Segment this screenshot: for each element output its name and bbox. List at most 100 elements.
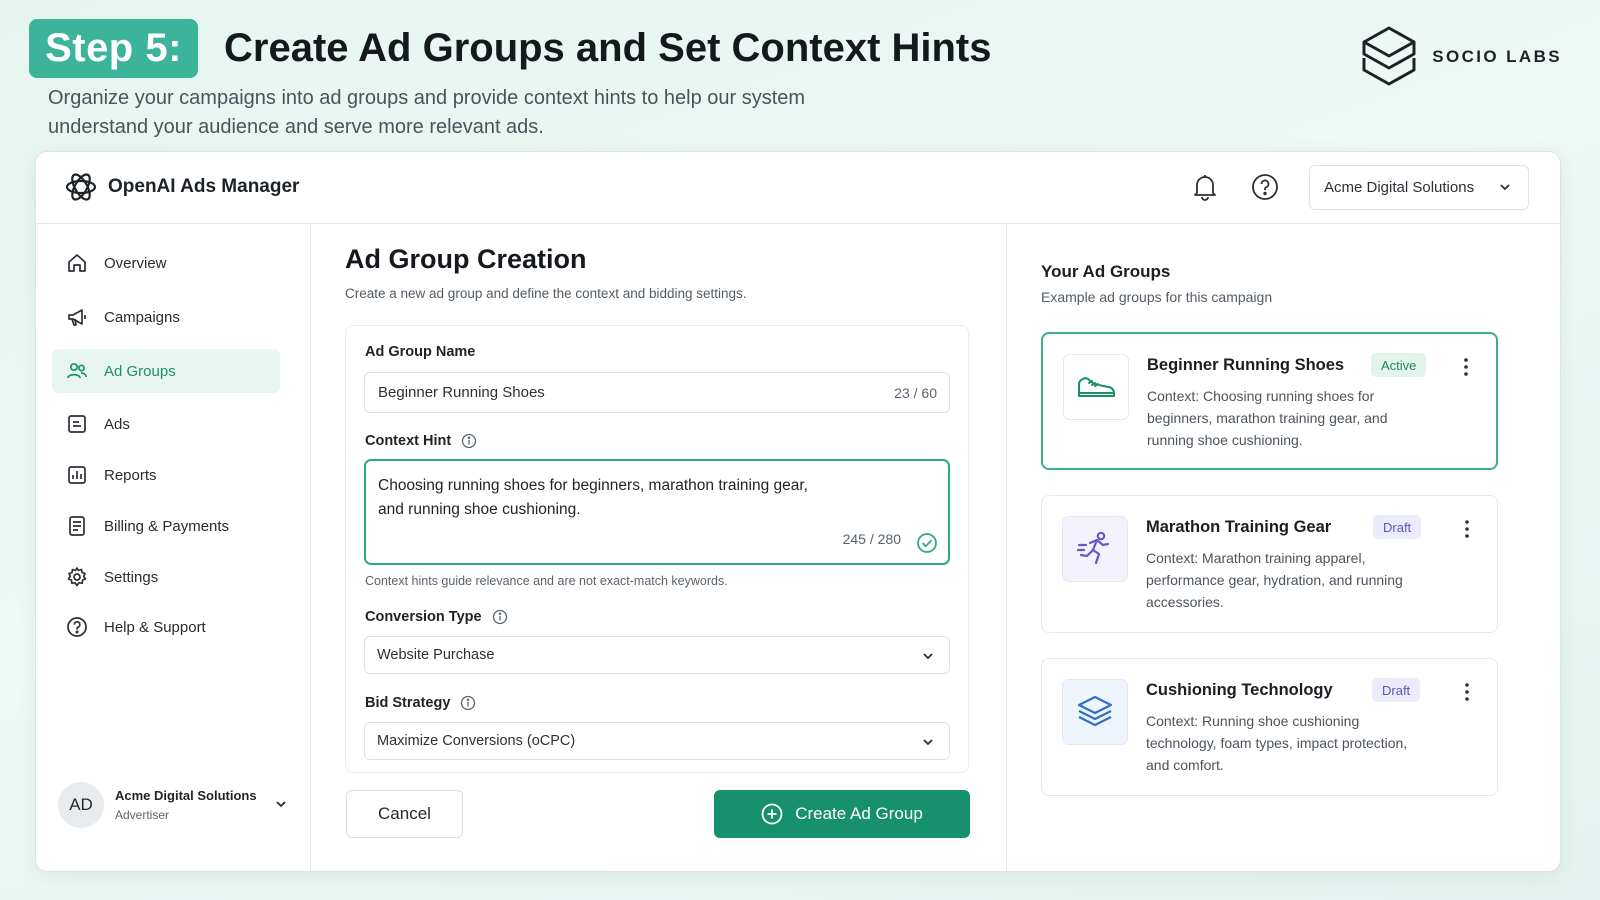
ad-group-card[interactable]: Marathon Training Gear Draft Context: Ma… <box>1041 495 1498 633</box>
chevron-down-icon <box>923 739 933 746</box>
context-hint-label: Context Hint <box>365 433 477 449</box>
gear-icon <box>67 567 87 587</box>
top-bar: OpenAI Ads Manager Acme Digital Solution… <box>36 152 1560 224</box>
context-hint-textarea[interactable]: Choosing running shoes for beginners, ma… <box>364 459 950 565</box>
users-icon <box>67 362 87 379</box>
sidebar-item-campaigns[interactable]: Campaigns <box>52 295 280 339</box>
status-badge: Draft <box>1372 678 1421 702</box>
more-options-button[interactable] <box>1458 356 1474 378</box>
runner-icon <box>1076 531 1110 565</box>
brand: SOCIO LABS <box>1360 24 1562 90</box>
home-icon <box>68 254 86 272</box>
status-badge: Active <box>1371 353 1427 377</box>
sidebar-item-label: Overview <box>104 254 167 272</box>
ad-group-form-section: Ad Group Creation Create a new ad group … <box>312 224 1007 871</box>
context-hint-counter: 245 / 280 <box>842 531 901 547</box>
chevron-down-icon <box>1500 184 1510 191</box>
ad-group-name-input[interactable]: Beginner Running Shoes 23 / 60 <box>364 372 950 413</box>
question-circle-icon <box>1252 174 1278 200</box>
info-icon[interactable] <box>460 695 476 711</box>
app-title: OpenAI Ads Manager <box>108 176 300 197</box>
kebab-menu-icon <box>1464 358 1468 376</box>
sidebar-item-label: Ad Groups <box>104 362 176 380</box>
sidebar-item-label: Help & Support <box>104 618 206 636</box>
sidebar-item-reports[interactable]: Reports <box>52 453 280 497</box>
cancel-button[interactable]: Cancel <box>346 790 463 838</box>
group-context: Context: Running shoe cushioning technol… <box>1146 713 1408 773</box>
status-badge: Draft <box>1373 515 1422 539</box>
sidebar-item-help[interactable]: Help & Support <box>52 605 280 649</box>
ad-group-card[interactable]: Cushioning Technology Draft Context: Run… <box>1041 658 1498 796</box>
chevron-down-icon <box>276 801 286 808</box>
conversion-type-value: Website Purchase <box>377 647 495 663</box>
more-options-button[interactable] <box>1459 518 1475 540</box>
group-name: Cushioning Technology <box>1146 681 1333 699</box>
kebab-menu-icon <box>1465 683 1469 701</box>
check-circle-icon <box>917 533 937 553</box>
context-hint-helper: Context hints guide relevance and are no… <box>365 574 728 588</box>
brand-name: SOCIO LABS <box>1432 47 1562 66</box>
sidebar-item-settings[interactable]: Settings <box>52 555 280 599</box>
profile-menu[interactable]: AD Acme Digital Solutions Advertiser <box>58 781 288 829</box>
more-options-button[interactable] <box>1459 681 1475 703</box>
page-subtitle: Create a new ad group and define the con… <box>345 286 747 301</box>
sidebar-item-label: Settings <box>104 568 159 586</box>
ad-group-card[interactable]: Beginner Running Shoes Active Context: C… <box>1041 332 1498 470</box>
sidebar-item-label: Reports <box>104 466 157 484</box>
sidebar-item-billing[interactable]: Billing & Payments <box>52 504 280 548</box>
ad-group-name-counter: 23 / 60 <box>894 384 937 401</box>
avatar: AD <box>58 782 104 828</box>
sneaker-icon <box>1078 377 1115 397</box>
info-icon[interactable] <box>461 433 477 449</box>
megaphone-icon <box>68 309 86 326</box>
account-name: Acme Digital Solutions <box>1324 179 1475 196</box>
question-circle-icon <box>67 617 87 637</box>
banner-title: Create Ad Groups and Set Context Hints <box>224 26 992 70</box>
sidebar-item-ads[interactable]: Ads <box>52 402 280 446</box>
app-window: OpenAI Ads Manager Acme Digital Solution… <box>35 151 1561 872</box>
banner-description: Organize your campaigns into ad groups a… <box>48 87 806 138</box>
sidebar-item-overview[interactable]: Overview <box>52 241 280 285</box>
layers-icon <box>1077 695 1113 727</box>
group-icon <box>1063 354 1129 420</box>
sidebar-item-label: Campaigns <box>104 308 180 326</box>
notifications-button[interactable] <box>1190 172 1220 202</box>
create-ad-group-label: Create Ad Group <box>795 804 923 823</box>
openai-logo-icon <box>65 173 97 201</box>
group-icon <box>1062 679 1128 745</box>
account-dropdown[interactable]: Acme Digital Solutions <box>1309 165 1529 210</box>
chevron-down-icon <box>923 653 933 660</box>
ad-document-icon <box>68 415 86 433</box>
bid-strategy-value: Maximize Conversions (oCPC) <box>377 733 576 749</box>
panel-subtitle: Example ad groups for this campaign <box>1041 289 1273 305</box>
bar-chart-icon <box>68 466 86 484</box>
receipt-icon <box>69 516 85 536</box>
group-context: Context: Marathon training apparel, perf… <box>1146 550 1403 610</box>
create-ad-group-button[interactable]: Create Ad Group <box>714 790 970 838</box>
help-button[interactable] <box>1250 172 1280 202</box>
page-title: Ad Group Creation <box>345 244 587 274</box>
conversion-type-label: Conversion Type <box>365 609 508 625</box>
sidebar: Overview Campaigns Ad Groups Ads Reports… <box>36 224 311 871</box>
group-icon <box>1062 516 1128 582</box>
group-context: Context: Choosing running shoes for begi… <box>1147 388 1388 448</box>
ad-group-name-value: Beginner Running Shoes <box>378 384 545 401</box>
ad-group-name-label: Ad Group Name <box>365 344 476 360</box>
plus-circle-icon <box>761 803 783 825</box>
form-card: Ad Group Name Beginner Running Shoes 23 … <box>345 325 969 773</box>
group-name: Marathon Training Gear <box>1146 518 1332 536</box>
context-hint-value: Choosing running shoes for beginners, ma… <box>378 477 808 518</box>
kebab-menu-icon <box>1465 520 1469 538</box>
profile-name: Acme Digital Solutions <box>115 788 257 803</box>
bell-icon <box>1194 175 1216 201</box>
stacked-layers-icon <box>1362 26 1416 86</box>
group-name: Beginner Running Shoes <box>1147 356 1345 374</box>
bid-strategy-label: Bid Strategy <box>365 695 476 711</box>
sidebar-item-ad-groups[interactable]: Ad Groups <box>52 349 280 393</box>
bid-strategy-select[interactable]: Maximize Conversions (oCPC) <box>364 722 950 760</box>
conversion-type-select[interactable]: Website Purchase <box>364 636 950 674</box>
ad-groups-panel: Your Ad Groups Example ad groups for thi… <box>1008 224 1560 871</box>
sidebar-item-label: Ads <box>104 415 130 433</box>
info-icon[interactable] <box>492 609 508 625</box>
panel-title: Your Ad Groups <box>1041 262 1171 281</box>
